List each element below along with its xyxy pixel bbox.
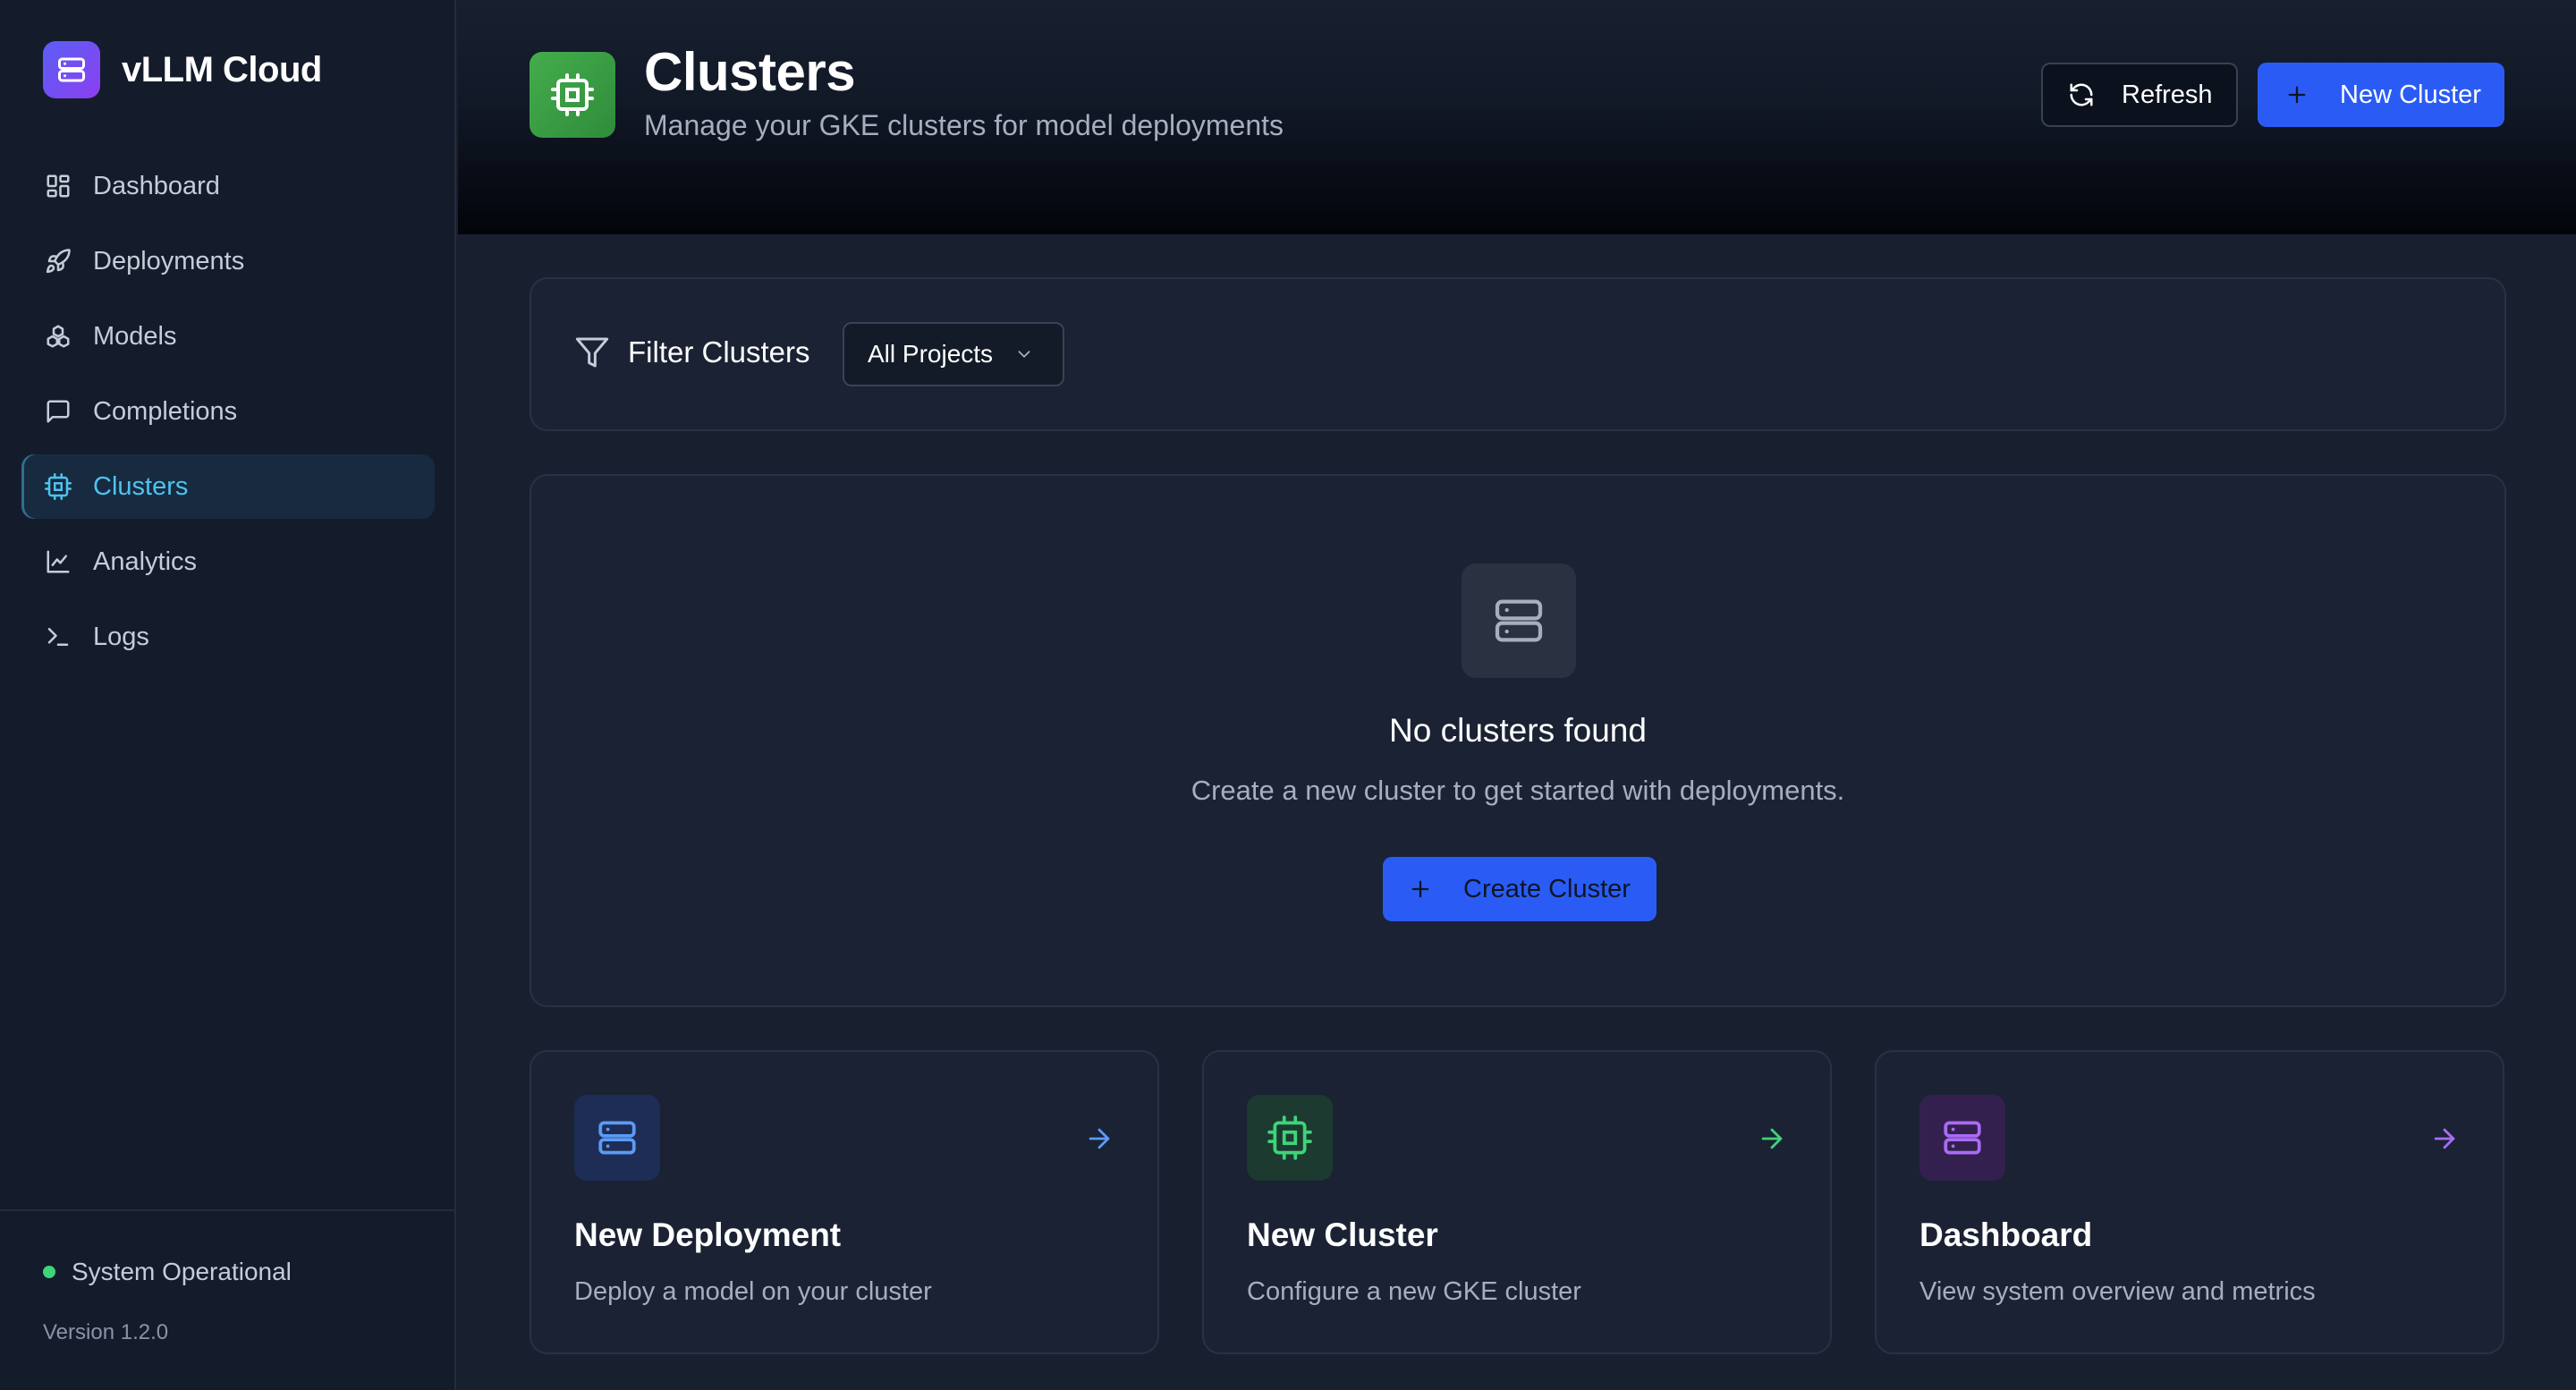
quick-action-dashboard[interactable]: Dashboard View system overview and metri… <box>1875 1050 2504 1354</box>
system-status: System Operational <box>43 1258 292 1286</box>
chevron-down-icon <box>1018 351 1030 358</box>
version-label: Version 1.2.0 <box>43 1320 169 1344</box>
filter-icon <box>575 337 609 368</box>
brand[interactable]: vLLM Cloud <box>43 41 322 98</box>
filter-label: Filter Clusters <box>574 335 810 370</box>
sidebar-item-completions[interactable]: Completions <box>21 379 435 444</box>
page-header: Clusters Manage your GKE clusters for mo… <box>458 0 2576 234</box>
empty-state-title: No clusters found <box>1389 712 1647 749</box>
quick-action-new-cluster[interactable]: New Cluster Configure a new GKE cluster <box>1202 1050 1832 1354</box>
action-title: Dashboard <box>1919 1216 2093 1253</box>
cpu-icon <box>1247 1095 1333 1181</box>
cpu-icon <box>45 473 72 500</box>
refresh-label: Refresh <box>2122 80 2213 109</box>
create-cluster-button[interactable]: Create Cluster <box>1383 857 1657 921</box>
refresh-button[interactable]: Refresh <box>2041 63 2238 127</box>
sidebar-item-deployments[interactable]: Deployments <box>21 229 435 293</box>
sidebar-item-label: Deployments <box>93 246 245 275</box>
action-description: View system overview and metrics <box>1919 1277 2316 1306</box>
arrow-right-icon <box>1089 1128 1110 1149</box>
sidebar-item-label: Completions <box>93 396 238 426</box>
filter-title: Filter Clusters <box>628 335 810 369</box>
sidebar-footer: System Operational Version 1.2.0 <box>0 1209 454 1390</box>
sidebar-item-label: Dashboard <box>93 171 220 200</box>
models-icon <box>47 325 70 348</box>
sidebar-item-label: Analytics <box>93 547 198 576</box>
chart-icon <box>47 550 70 573</box>
server-icon <box>574 1095 660 1181</box>
action-title: New Deployment <box>574 1216 842 1253</box>
dashboard-icon <box>47 174 70 198</box>
sidebar-item-clusters[interactable]: Clusters <box>21 454 435 519</box>
quick-action-new-deployment[interactable]: New Deployment Deploy a model on your cl… <box>530 1050 1159 1354</box>
filter-card: Filter Clusters All Projects <box>530 277 2506 431</box>
sidebar-item-dashboard[interactable]: Dashboard <box>21 154 435 218</box>
page-title: Clusters <box>644 42 856 102</box>
status-text: System Operational <box>72 1258 292 1285</box>
action-description: Deploy a model on your cluster <box>574 1277 932 1306</box>
sidebar-item-analytics[interactable]: Analytics <box>21 530 435 594</box>
arrow-right-icon <box>1761 1128 1783 1149</box>
create-cluster-label: Create Cluster <box>1463 874 1631 903</box>
plus-icon <box>2288 86 2306 104</box>
plus-icon <box>1411 880 1429 898</box>
sidebar-nav: Dashboard Deployments Models Completions… <box>21 154 435 680</box>
rocket-icon <box>46 249 71 274</box>
sidebar-item-label: Clusters <box>93 471 189 501</box>
action-description: Configure a new GKE cluster <box>1247 1277 1581 1306</box>
empty-state-text: Create a new cluster to get started with… <box>1191 775 1845 806</box>
sidebar: vLLM Cloud Dashboard Deployments Models … <box>0 0 456 1390</box>
status-dot-icon <box>43 1266 55 1278</box>
sidebar-item-models[interactable]: Models <box>21 304 435 369</box>
app-root: vLLM Cloud Dashboard Deployments Models … <box>0 0 2576 1390</box>
project-select[interactable]: All Projects <box>843 322 1064 386</box>
terminal-icon <box>47 628 69 646</box>
action-title: New Cluster <box>1247 1216 1438 1253</box>
project-select-value: All Projects <box>868 340 994 368</box>
page-subtitle: Manage your GKE clusters for model deplo… <box>644 109 1284 141</box>
sidebar-item-logs[interactable]: Logs <box>21 605 435 669</box>
brand-name: vLLM Cloud <box>122 49 322 89</box>
cpu-icon <box>530 52 615 138</box>
server-icon <box>1919 1095 2005 1181</box>
chat-icon <box>47 400 70 423</box>
empty-state-card: No clusters found Create a new cluster t… <box>530 474 2506 1007</box>
sidebar-item-label: Models <box>93 321 177 351</box>
new-cluster-button[interactable]: New Cluster <box>2258 63 2504 127</box>
sidebar-item-label: Logs <box>93 622 149 651</box>
arrow-right-icon <box>2434 1128 2455 1149</box>
server-icon <box>1462 564 1576 678</box>
new-cluster-label: New Cluster <box>2340 80 2481 109</box>
refresh-icon <box>2070 83 2093 106</box>
server-icon <box>43 41 100 98</box>
